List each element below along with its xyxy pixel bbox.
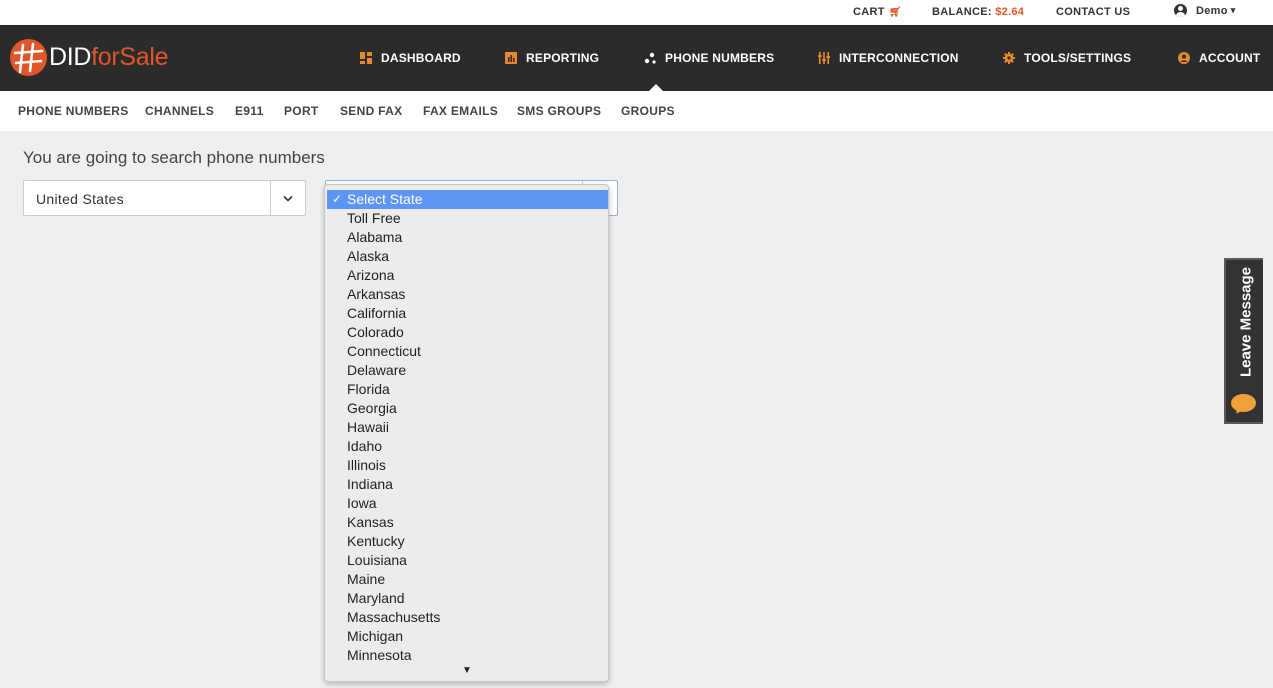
main-nav: DIDforSale DASHBOARD REPORTING PHONE NUM…: [0, 25, 1273, 91]
leave-message-label: Leave Message: [1237, 266, 1255, 378]
nav-dashboard[interactable]: DASHBOARD: [360, 51, 461, 65]
state-option[interactable]: Maryland: [327, 589, 608, 608]
subnav-phone-numbers[interactable]: PHONE NUMBERS: [18, 104, 129, 118]
state-option[interactable]: Connecticut: [327, 342, 608, 361]
cart-label: CART: [853, 6, 885, 18]
chevron-down-icon: ▾: [1230, 5, 1236, 15]
logo-text-accent: forSale: [91, 43, 169, 71]
state-option[interactable]: Maine: [327, 570, 608, 589]
state-option[interactable]: ✓ Select State: [327, 190, 608, 209]
subnav-sms-groups[interactable]: SMS GROUPS: [517, 104, 601, 118]
subnav-port[interactable]: PORT: [284, 104, 319, 118]
state-option[interactable]: Massachusetts: [327, 608, 608, 627]
state-option[interactable]: Idaho: [327, 437, 608, 456]
subnav-send-fax[interactable]: SEND FAX: [340, 104, 402, 118]
nav-dashboard-label: DASHBOARD: [381, 51, 461, 65]
state-option-label: Select State: [347, 191, 423, 207]
state-option[interactable]: Arizona: [327, 266, 608, 285]
cart-icon: 🛒︎: [888, 7, 902, 18]
state-option[interactable]: Colorado: [327, 323, 608, 342]
state-option[interactable]: Indiana: [327, 475, 608, 494]
country-select-value: United States: [36, 191, 124, 207]
subnav-groups[interactable]: GROUPS: [621, 104, 675, 118]
user-name: Demo: [1196, 4, 1228, 17]
state-option[interactable]: Arkansas: [327, 285, 608, 304]
logo-mark-icon: [10, 39, 47, 76]
state-option[interactable]: Iowa: [327, 494, 608, 513]
chevron-down-icon: [283, 195, 293, 202]
state-option[interactable]: Alabama: [327, 228, 608, 247]
balance-label: BALANCE:: [932, 6, 992, 18]
network-icon: [644, 52, 656, 64]
state-option[interactable]: Georgia: [327, 399, 608, 418]
dashboard-icon: [360, 52, 372, 64]
state-option[interactable]: Kansas: [327, 513, 608, 532]
cart-link[interactable]: CART 🛒︎: [853, 6, 902, 18]
nav-interconnection[interactable]: INTERCONNECTION: [818, 51, 959, 65]
nav-reporting[interactable]: REPORTING: [505, 51, 599, 65]
state-option[interactable]: Kentucky: [327, 532, 608, 551]
country-select-toggle[interactable]: [270, 181, 305, 215]
logo-text: DIDforSale: [49, 43, 169, 72]
page-heading: You are going to search phone numbers: [23, 148, 325, 167]
subnav-channels[interactable]: CHANNELS: [145, 104, 214, 118]
nav-tools-settings[interactable]: TOOLS/SETTINGS: [1003, 51, 1131, 65]
nav-phone-numbers-label: PHONE NUMBERS: [665, 51, 775, 65]
state-option[interactable]: Minnesota: [327, 646, 608, 665]
nav-account[interactable]: ACCOUNT: [1178, 51, 1260, 65]
balance-amount: $2.64: [995, 6, 1025, 18]
checkmark-icon: ✓: [332, 192, 343, 206]
gear-icon: [1003, 52, 1015, 64]
state-dropdown-list[interactable]: ✓ Select State Toll Free Alabama Alaska A…: [324, 184, 609, 682]
state-option[interactable]: Michigan: [327, 627, 608, 646]
leave-message-tab[interactable]: Leave Message: [1224, 258, 1263, 424]
sub-nav: PHONE NUMBERS CHANNELS E911 PORT SEND FA…: [0, 91, 1273, 131]
user-avatar-icon: [1174, 4, 1187, 17]
bar-chart-icon: [505, 52, 517, 64]
state-option[interactable]: Hawaii: [327, 418, 608, 437]
state-option[interactable]: Delaware: [327, 361, 608, 380]
state-option[interactable]: Illinois: [327, 456, 608, 475]
state-option[interactable]: California: [327, 304, 608, 323]
subnav-e911[interactable]: E911: [235, 104, 264, 118]
sliders-icon: [818, 52, 830, 64]
user-menu[interactable]: Demo ▾: [1174, 4, 1236, 17]
scroll-down-arrow-icon[interactable]: ▼: [462, 665, 472, 676]
nav-reporting-label: REPORTING: [526, 51, 600, 65]
country-select[interactable]: United States: [23, 180, 306, 216]
brand-logo[interactable]: DIDforSale: [10, 39, 169, 76]
state-option[interactable]: Louisiana: [327, 551, 608, 570]
logo-text-main: DID: [49, 43, 92, 71]
subnav-fax-emails[interactable]: FAX EMAILS: [423, 104, 498, 118]
nav-phone-numbers[interactable]: PHONE NUMBERS: [644, 51, 775, 91]
nav-account-label: ACCOUNT: [1199, 51, 1261, 65]
nav-interconnection-label: INTERCONNECTION: [839, 51, 959, 65]
state-option[interactable]: Toll Free: [327, 209, 608, 228]
user-icon: [1178, 52, 1190, 64]
state-option[interactable]: Florida: [327, 380, 608, 399]
chat-bubble-icon: [1231, 394, 1256, 412]
state-option[interactable]: Alaska: [327, 247, 608, 266]
balance-display[interactable]: BALANCE: $2.64: [932, 6, 1024, 18]
nav-tools-settings-label: TOOLS/SETTINGS: [1024, 51, 1132, 65]
contact-us-link[interactable]: CONTACT US: [1056, 6, 1130, 18]
top-utility-bar: CART 🛒︎ BALANCE: $2.64 CONTACT US Demo ▾: [0, 0, 1273, 25]
